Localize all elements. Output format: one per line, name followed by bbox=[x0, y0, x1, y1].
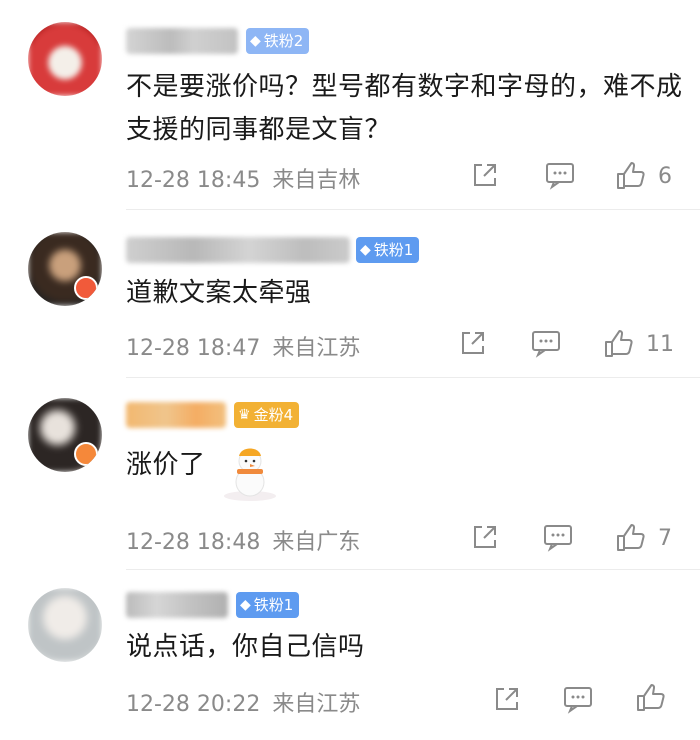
comment-text: 不是要涨价吗？型号都有数字和字母的，难不成支援的同事都是文盲？ bbox=[126, 72, 683, 145]
share-icon bbox=[496, 688, 518, 710]
username-blurred[interactable] bbox=[126, 402, 226, 428]
avatar[interactable] bbox=[28, 398, 102, 472]
comment-time: 12-28 20:22 bbox=[126, 692, 261, 717]
share-icon bbox=[474, 526, 496, 548]
fan-badge: ◆ 铁粉1 bbox=[356, 237, 420, 263]
comment-meta: 12-28 20:22 来自江苏 bbox=[126, 686, 360, 718]
like-count: 6 bbox=[658, 163, 672, 189]
thumbs-up-icon bbox=[617, 162, 645, 189]
comment-icon bbox=[544, 525, 572, 552]
avatar[interactable] bbox=[28, 232, 102, 306]
avatar[interactable] bbox=[28, 22, 102, 96]
fan-badge: ◆ 铁粉2 bbox=[246, 28, 310, 54]
like-button[interactable]: 7 bbox=[614, 522, 672, 554]
comment-time: 12-28 18:48 bbox=[126, 530, 261, 555]
comment-time: 12-28 18:45 bbox=[126, 168, 261, 193]
like-button[interactable] bbox=[634, 682, 666, 714]
comment-meta: 12-28 18:48 来自广东 bbox=[126, 524, 360, 556]
comment-location: 来自吉林 bbox=[272, 168, 361, 193]
like-button[interactable]: 6 bbox=[614, 160, 672, 192]
like-count: 7 bbox=[658, 525, 672, 551]
comment-item: ◆ 铁粉1 说点话，你自己信吗 12-28 20:22 来自江苏 bbox=[0, 570, 700, 740]
verified-badge bbox=[74, 276, 98, 300]
comment-text: 说点话，你自己信吗 bbox=[126, 632, 365, 662]
thumbs-up-icon bbox=[637, 684, 665, 711]
comment-location: 来自江苏 bbox=[272, 692, 361, 717]
share-button[interactable] bbox=[458, 328, 488, 358]
snowman-sticker bbox=[224, 448, 276, 501]
comment-meta: 12-28 18:45 来自吉林 bbox=[126, 162, 360, 194]
comment-location: 来自广东 bbox=[272, 530, 361, 555]
avatar[interactable] bbox=[28, 588, 102, 662]
comment-button[interactable] bbox=[542, 522, 574, 552]
comment-icon bbox=[532, 331, 560, 358]
thumbs-up-icon bbox=[605, 330, 633, 357]
username-blurred[interactable] bbox=[126, 592, 228, 618]
username-blurred[interactable] bbox=[126, 28, 238, 54]
fan-badge: ♛ 金粉4 bbox=[234, 402, 300, 428]
comment-text: 涨价了 bbox=[126, 450, 206, 480]
share-button[interactable] bbox=[492, 684, 522, 714]
share-button[interactable] bbox=[470, 522, 500, 552]
comment-button[interactable] bbox=[562, 684, 594, 714]
diamond-icon: ◆ bbox=[250, 33, 261, 49]
comment-time: 12-28 18:47 bbox=[126, 336, 261, 361]
username-blurred[interactable] bbox=[126, 237, 350, 263]
crown-icon: ♛ bbox=[238, 407, 251, 423]
fan-badge: ◆ 铁粉1 bbox=[236, 592, 300, 618]
comment-location: 来自江苏 bbox=[272, 336, 361, 361]
comment-item: ◆ 铁粉1 道歉文案太牵强 12-28 18:47 来自江苏 11 bbox=[0, 210, 700, 378]
comment-item: ◆ 铁粉2 不是要涨价吗？型号都有数字和字母的，难不成支援的同事都是文盲？ 12… bbox=[0, 0, 700, 210]
share-button[interactable] bbox=[470, 160, 500, 190]
diamond-icon: ◆ bbox=[240, 597, 251, 613]
like-count: 11 bbox=[646, 331, 674, 357]
diamond-icon: ◆ bbox=[360, 242, 371, 258]
share-icon bbox=[462, 332, 484, 354]
comment-button[interactable] bbox=[530, 328, 562, 358]
comment-button[interactable] bbox=[544, 160, 576, 190]
like-button[interactable]: 11 bbox=[602, 328, 674, 360]
comment-item: ♛ 金粉4 涨价了 12-28 18:48 来自广东 7 bbox=[0, 378, 700, 570]
comment-icon bbox=[564, 687, 592, 714]
thumbs-up-icon bbox=[617, 524, 645, 551]
comment-icon bbox=[546, 163, 574, 190]
verified-badge bbox=[74, 442, 98, 466]
share-icon bbox=[474, 164, 496, 186]
comment-text: 道歉文案太牵强 bbox=[126, 278, 312, 308]
comment-meta: 12-28 18:47 来自江苏 bbox=[126, 330, 360, 362]
